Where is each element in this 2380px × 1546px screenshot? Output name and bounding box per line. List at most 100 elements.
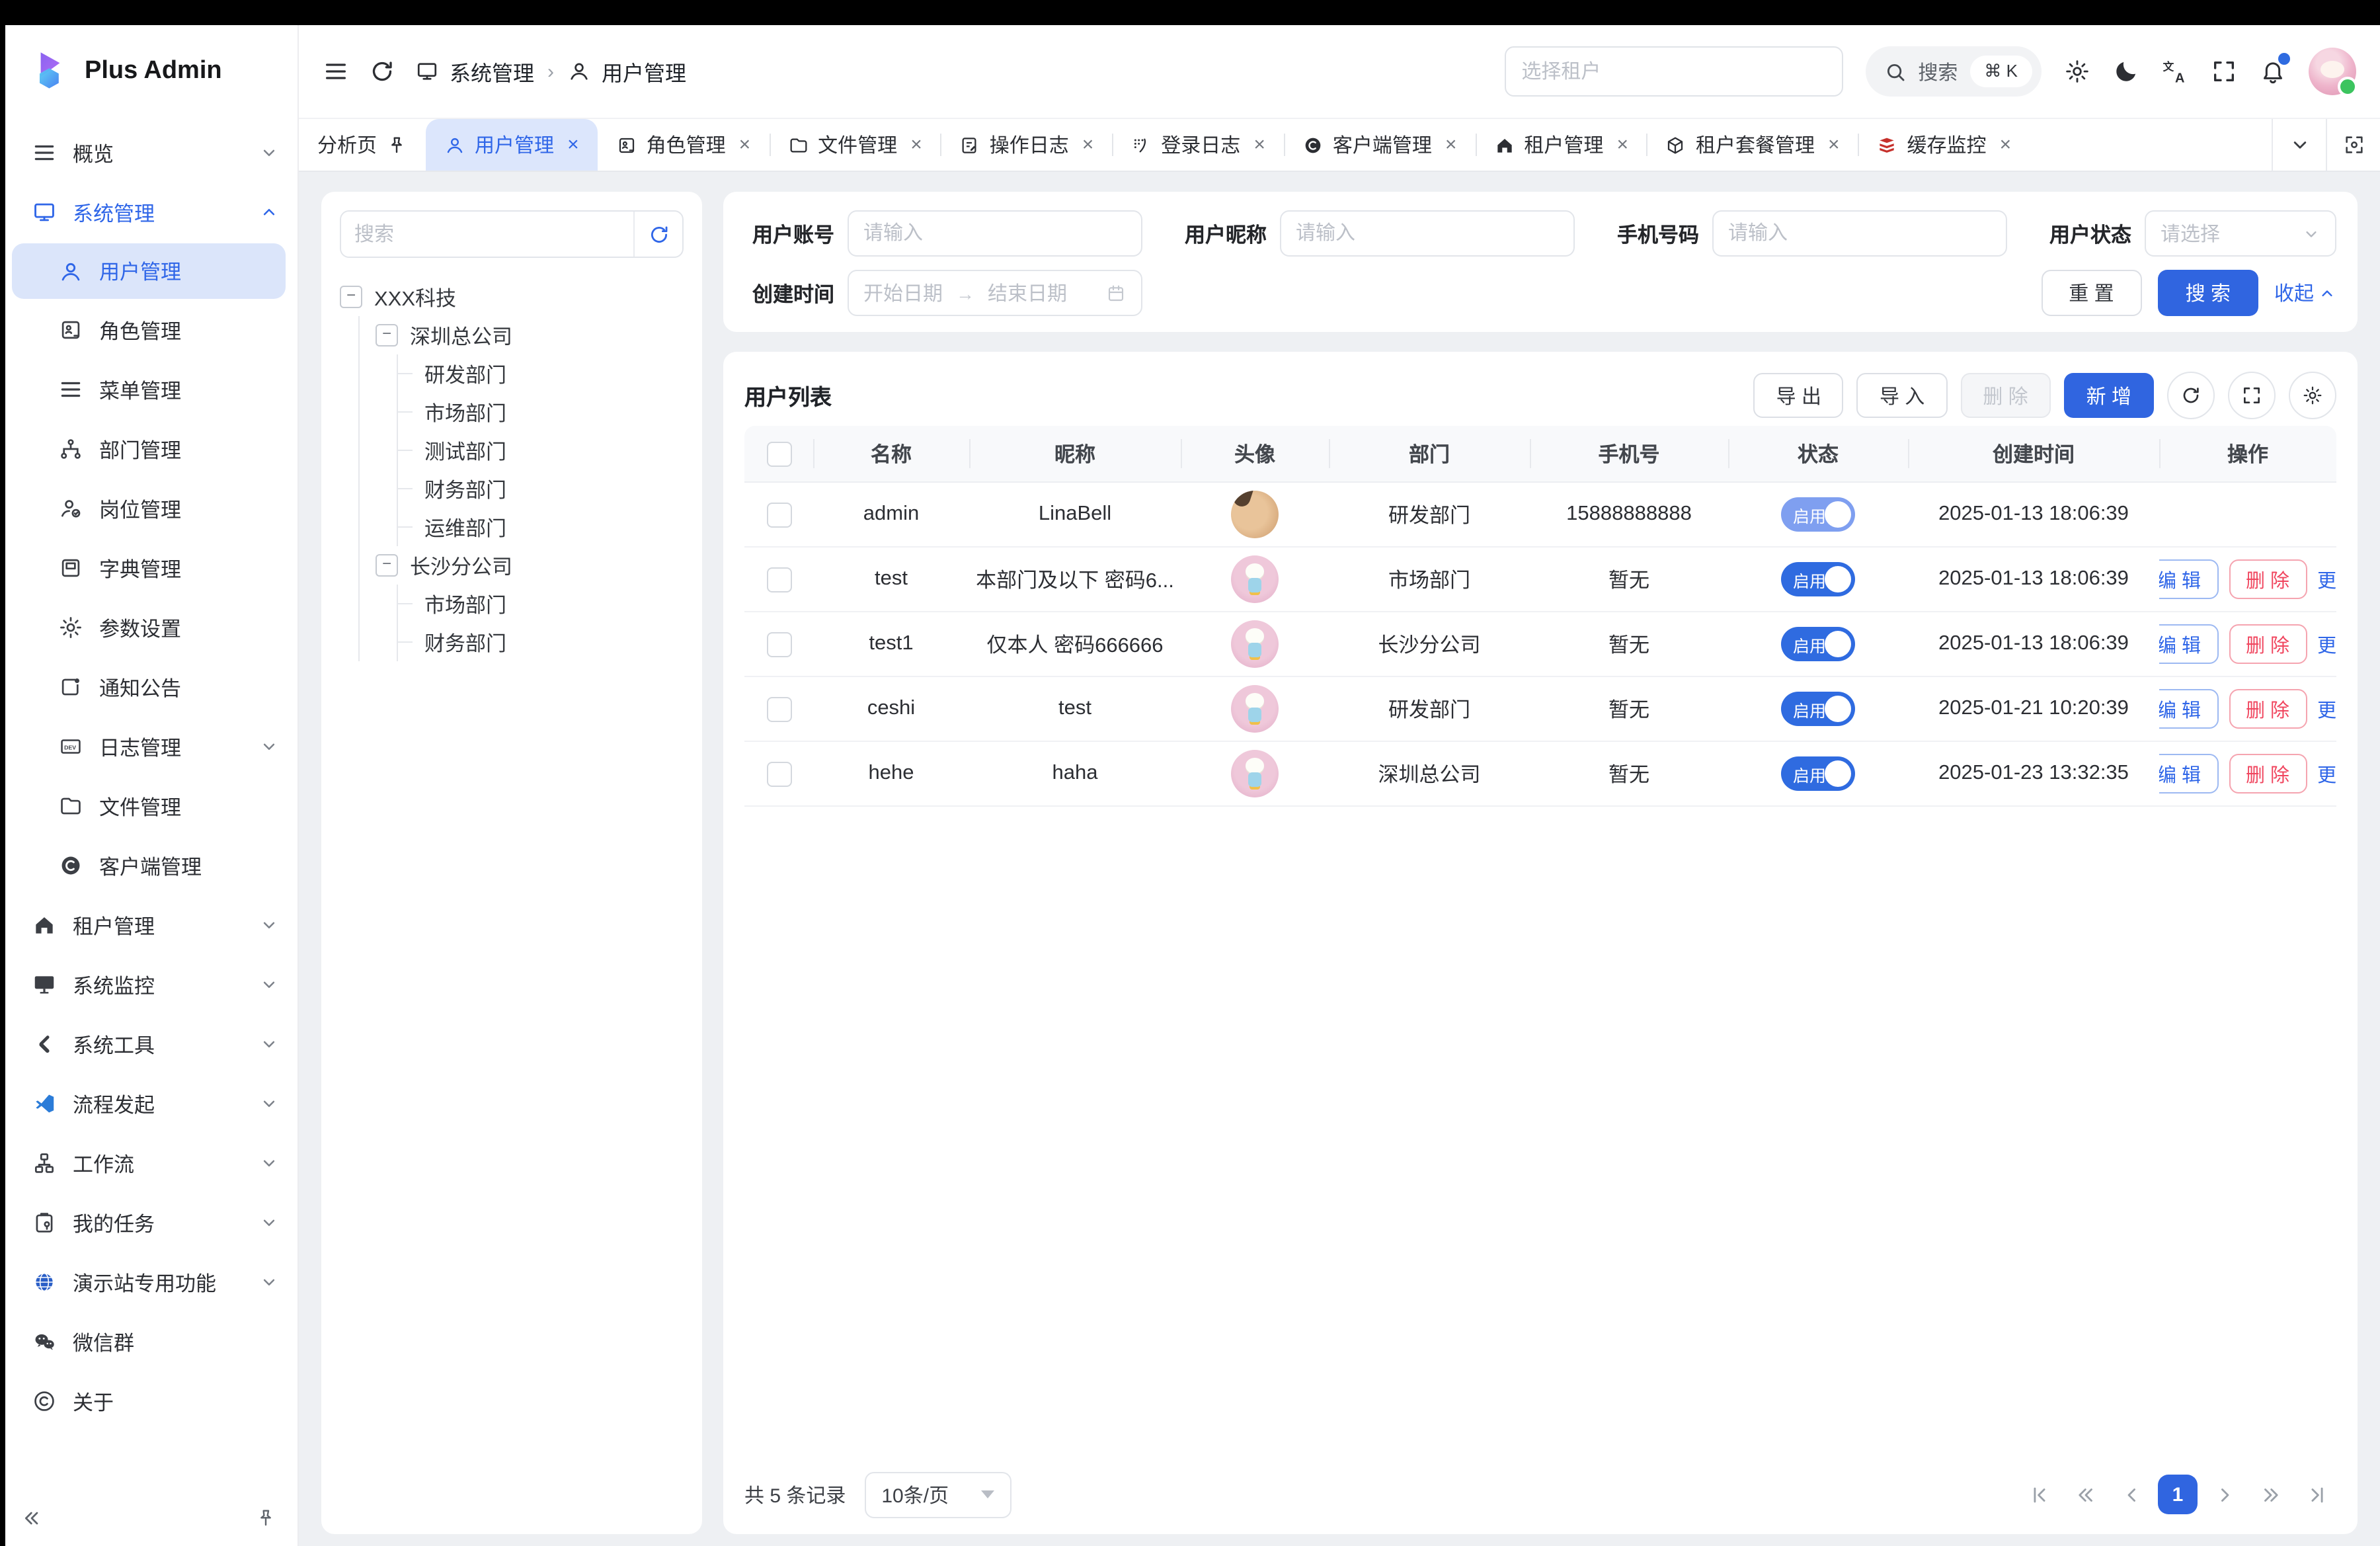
tree-node-root[interactable]: −XXX科技 [340,278,684,316]
tree-node-branch[interactable]: −长沙分公司 [376,546,684,585]
edit-button[interactable]: 编 辑 [2159,559,2218,599]
close-icon[interactable]: × [1616,134,1628,156]
tree-node-leaf[interactable]: 财务部门 [398,469,684,508]
tab-tenant-mgmt[interactable]: 租户管理 × [1475,119,1647,171]
sidebar-item-wechat-group[interactable]: 微信群 [0,1312,298,1371]
status-toggle[interactable]: 启用 [1781,756,1855,791]
breadcrumb-root[interactable]: 系统管理 [450,56,534,87]
global-search-button[interactable]: 搜索 ⌘ K [1865,46,2042,97]
tree-node-leaf[interactable]: 运维部门 [398,508,684,546]
edit-button[interactable]: 编 辑 [2159,689,2218,729]
pin-icon[interactable] [386,134,407,155]
sidebar-item-role-mgmt[interactable]: 角色管理 [0,300,298,360]
sidebar-item-log-mgmt[interactable]: 日志管理 [0,717,298,776]
close-icon[interactable]: × [1445,134,1457,156]
sidebar-item-overview[interactable]: 概览 [0,123,298,183]
status-toggle[interactable]: 启用 [1781,497,1855,532]
sidebar-item-my-tasks[interactable]: 我的任务 [0,1193,298,1252]
tree-node-leaf[interactable]: 市场部门 [398,393,684,431]
sidebar-item-system-monitor[interactable]: 系统监控 [0,955,298,1014]
dark-mode-moon-icon[interactable] [2113,58,2139,85]
tab-analysis[interactable]: 分析页 [299,119,426,171]
tree-node-branch[interactable]: −深圳总公司 [376,316,684,354]
sidebar-item-dict-mgmt[interactable]: 字典管理 [0,538,298,598]
tree-expander-icon[interactable]: − [340,286,362,308]
status-toggle[interactable]: 启用 [1781,692,1855,726]
status-toggle[interactable]: 启用 [1781,562,1855,596]
notifications-bell-icon[interactable] [2260,58,2286,85]
delete-button[interactable]: 删 除 [1960,373,2050,418]
language-icon[interactable] [2162,58,2188,85]
pin-layout-icon[interactable] [255,1508,276,1529]
edit-button[interactable]: 编 辑 [2159,754,2218,793]
tree-expander-icon[interactable]: − [376,554,398,577]
tenant-select-input[interactable] [1504,46,1843,97]
sidebar-item-file-mgmt[interactable]: 文件管理 [0,776,298,836]
more-link[interactable]: 更多 [2317,565,2336,593]
tab-file-mgmt[interactable]: 文件管理 × [769,119,941,171]
tree-node-leaf[interactable]: 财务部门 [398,623,684,661]
tab-operation-log[interactable]: 操作日志 × [941,119,1113,171]
filter-nickname-input[interactable] [1280,210,1575,257]
row-checkbox[interactable] [766,631,791,657]
close-icon[interactable]: × [1253,134,1265,156]
close-icon[interactable]: × [1828,134,1840,156]
tab-cache-monitor[interactable]: 缓存监控 × [1858,119,2030,171]
page-size-select[interactable]: 10条/页 [864,1471,1011,1518]
table-fullscreen-icon[interactable] [2228,372,2276,419]
search-button[interactable]: 搜 索 [2158,270,2258,316]
close-icon[interactable]: × [910,134,922,156]
close-icon[interactable]: × [1082,134,1094,156]
export-button[interactable]: 导 出 [1754,373,1844,418]
tree-node-leaf[interactable]: 测试部门 [398,431,684,469]
sidebar-item-about[interactable]: 关于 [0,1371,298,1431]
next-ten-pages-icon[interactable] [2250,1475,2290,1514]
settings-gear-icon[interactable] [2064,58,2090,85]
row-checkbox[interactable] [766,761,791,786]
tab-tenant-package-mgmt[interactable]: 租户套餐管理 × [1647,119,1858,171]
fullscreen-icon[interactable] [2211,58,2237,85]
sidebar-item-user-mgmt[interactable]: 用户管理 [12,243,286,299]
sidebar-item-client-mgmt[interactable]: 客户端管理 [0,836,298,895]
collapse-sidebar-icon[interactable] [21,1508,42,1529]
sidebar-item-param-settings[interactable]: 参数设置 [0,598,298,657]
delete-row-button[interactable]: 删 除 [2229,689,2307,729]
prev-page-icon[interactable] [2112,1475,2151,1514]
select-all-checkbox[interactable] [766,441,791,466]
current-page-button[interactable]: 1 [2158,1475,2198,1514]
close-icon[interactable]: × [2000,134,2012,156]
tab-role-mgmt[interactable]: 角色管理 × [598,119,770,171]
row-checkbox[interactable] [766,502,791,527]
prev-ten-pages-icon[interactable] [2065,1475,2105,1514]
user-avatar[interactable] [2309,48,2356,95]
tab-list-chevron-icon[interactable] [2272,119,2326,171]
filter-phone-input[interactable] [1712,210,2007,257]
tab-client-mgmt[interactable]: 客户端管理 × [1284,119,1476,171]
sidebar-item-dept-mgmt[interactable]: 部门管理 [0,419,298,479]
tab-user-mgmt[interactable]: 用户管理 × [426,119,598,171]
delete-row-button[interactable]: 删 除 [2229,754,2307,793]
more-link[interactable]: 更多 [2317,760,2336,788]
row-checkbox[interactable] [766,696,791,721]
sidebar-item-post-mgmt[interactable]: 岗位管理 [0,479,298,538]
tree-node-leaf[interactable]: 研发部门 [398,354,684,393]
delete-row-button[interactable]: 删 除 [2229,559,2307,599]
tree-search-input[interactable] [341,212,633,257]
sidebar-item-demo-features[interactable]: 演示站专用功能 [0,1252,298,1312]
edit-button[interactable]: 编 辑 [2159,624,2218,664]
sidebar-item-system-mgmt[interactable]: 系统管理 [0,183,298,242]
delete-row-button[interactable]: 删 除 [2229,624,2307,664]
status-toggle[interactable]: 启用 [1781,627,1855,661]
collapse-filters-link[interactable]: 收起 [2274,279,2336,307]
last-page-icon[interactable] [2297,1475,2336,1514]
sidebar-item-menu-mgmt[interactable]: 菜单管理 [0,360,298,419]
sidebar-item-notice[interactable]: 通知公告 [0,657,298,717]
sidebar-item-workflow[interactable]: 工作流 [0,1133,298,1193]
row-checkbox[interactable] [766,567,791,592]
more-link[interactable]: 更多 [2317,630,2336,658]
tab-login-log[interactable]: 登录日志 × [1112,119,1284,171]
reset-button[interactable]: 重 置 [2041,270,2141,316]
table-refresh-icon[interactable] [2167,372,2215,419]
filter-account-input[interactable] [848,210,1142,257]
hamburger-icon[interactable] [323,58,349,85]
